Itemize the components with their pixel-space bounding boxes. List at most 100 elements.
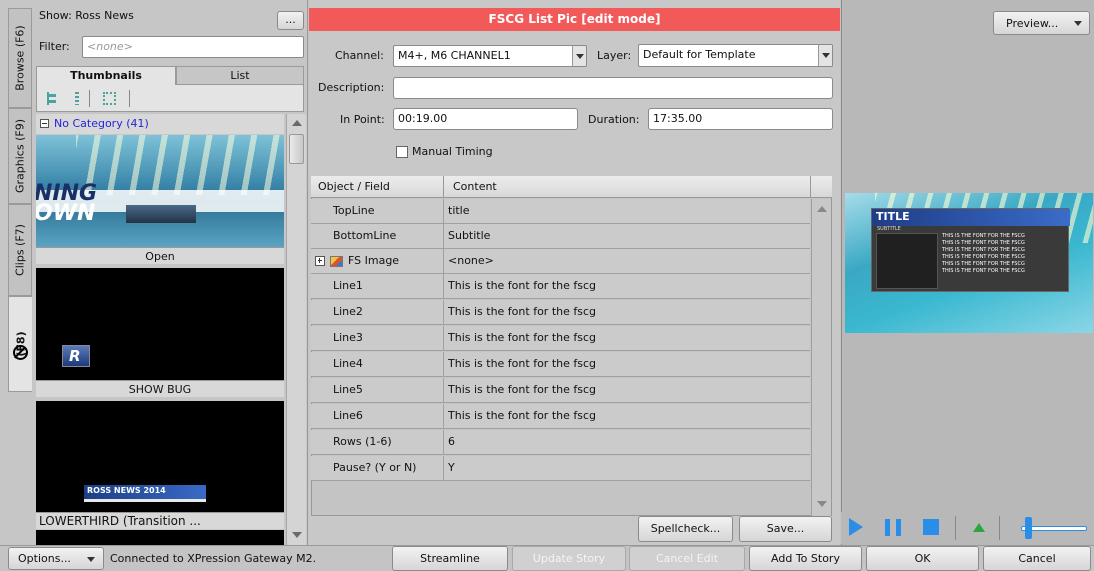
- layer-label: Layer:: [597, 49, 632, 62]
- manual-timing-label: Manual Timing: [412, 145, 493, 158]
- row-content[interactable]: This is the font for the fscg: [448, 404, 596, 428]
- header-object-field[interactable]: Object / Field: [318, 180, 390, 193]
- preview-line: THIS IS THE FONT FOR THE FSCG: [942, 261, 1025, 267]
- spellcheck-button[interactable]: Spellcheck...: [638, 516, 733, 542]
- tab-list-label: List: [230, 69, 250, 82]
- table-header: Object / Field Content: [311, 176, 832, 198]
- channel-select[interactable]: M4+, M6 CHANNEL1: [393, 45, 587, 67]
- row-content[interactable]: This is the font for the fscg: [448, 352, 596, 376]
- show-browse-button[interactable]: ...: [277, 11, 304, 30]
- thumbnail-next[interactable]: [36, 530, 284, 545]
- scroll-up-icon[interactable]: [817, 206, 827, 212]
- add-to-story-button[interactable]: Add To Story: [749, 546, 862, 571]
- row-content[interactable]: 6: [448, 430, 455, 454]
- row-content[interactable]: This is the font for the fscg: [448, 326, 596, 350]
- row-content[interactable]: This is the font for the fscg: [448, 300, 596, 324]
- connection-status: Connected to XPression Gateway M2.: [110, 552, 317, 565]
- scroll-up-icon[interactable]: [292, 120, 302, 126]
- cancel-button[interactable]: Cancel: [983, 546, 1091, 571]
- tab-graphics-label: Graphics (F9): [13, 119, 27, 193]
- row-field: Line1: [333, 279, 363, 292]
- collapse-icon[interactable]: [40, 119, 49, 128]
- table-row[interactable]: TopLine title: [311, 199, 810, 224]
- scroll-down-icon[interactable]: [292, 532, 302, 538]
- thumbnail-scrollbar[interactable]: [286, 114, 306, 545]
- tree-view-icon[interactable]: [47, 92, 57, 105]
- pause-icon[interactable]: [885, 519, 901, 536]
- row-content[interactable]: This is the font for the fscg: [448, 274, 596, 298]
- thumbnail-lowerthird-caption: LOWERTHIRD (Transition ...: [36, 512, 284, 529]
- row-content[interactable]: This is the font for the fscg: [448, 378, 596, 402]
- in-point-input[interactable]: 00:19.00: [393, 108, 578, 130]
- stop-icon[interactable]: [923, 519, 939, 535]
- table-row[interactable]: Line5 This is the font for the fscg: [311, 378, 810, 403]
- tab-clips[interactable]: Clips (F7): [8, 204, 32, 296]
- transport-bar: [841, 512, 1094, 544]
- options-button[interactable]: Options...: [8, 547, 104, 570]
- table-row[interactable]: FS Image <none>: [311, 249, 810, 274]
- scroll-thumb[interactable]: [289, 134, 304, 164]
- tab-f8[interactable]: (F8): [8, 296, 32, 392]
- thumbnail-show-bug[interactable]: R: [36, 268, 284, 380]
- category-header[interactable]: No Category (41): [36, 114, 284, 134]
- table-row[interactable]: Pause? (Y or N) Y: [311, 456, 810, 481]
- chevron-down-icon[interactable]: [572, 46, 586, 66]
- table-row[interactable]: Rows (1-6) 6: [311, 430, 810, 455]
- duration-input[interactable]: 17:35.00: [648, 108, 833, 130]
- ok-button[interactable]: OK: [866, 546, 979, 571]
- thumbnail-open-caption: Open: [36, 247, 284, 264]
- thumbnail-open[interactable]: NING OWN: [36, 135, 284, 247]
- tab-thumbnails-label: Thumbnails: [70, 69, 142, 82]
- preview-button[interactable]: Preview...: [993, 11, 1090, 35]
- table-row[interactable]: Line4 This is the font for the fscg: [311, 352, 810, 377]
- thumbnail-show-bug-caption: SHOW BUG: [36, 380, 284, 397]
- row-content[interactable]: Subtitle: [448, 224, 490, 248]
- preview-line: THIS IS THE FONT FOR THE FSCG: [942, 268, 1025, 274]
- options-label: Options...: [18, 552, 71, 565]
- header-content[interactable]: Content: [453, 180, 497, 193]
- chevron-down-icon[interactable]: [818, 45, 832, 66]
- tab-graphics[interactable]: Graphics (F9): [8, 108, 32, 204]
- left-panel: Browse (F6) Graphics (F9) Clips (F7) (F8…: [0, 0, 308, 545]
- cancel-edit-button[interactable]: Cancel Edit: [629, 546, 745, 571]
- expand-icon[interactable]: [315, 256, 325, 266]
- channel-value: M4+, M6 CHANNEL1: [398, 49, 511, 62]
- fit-view-icon[interactable]: [103, 92, 116, 105]
- next-icon[interactable]: [973, 523, 985, 532]
- row-field: Pause? (Y or N): [333, 461, 417, 474]
- tab-clips-label: Clips (F7): [13, 224, 27, 276]
- lowerthird-art-text: ROSS NEWS 2014: [87, 486, 166, 495]
- streamline-button[interactable]: Streamline: [392, 546, 508, 571]
- tab-list[interactable]: List: [176, 66, 304, 85]
- table-row[interactable]: Line1 This is the font for the fscg: [311, 274, 810, 299]
- row-field: Line6: [333, 409, 363, 422]
- show-label: Show: Ross News: [39, 9, 134, 22]
- scroll-down-icon[interactable]: [817, 501, 827, 507]
- slider-handle[interactable]: [1025, 517, 1032, 539]
- row-content[interactable]: title: [448, 199, 470, 223]
- save-button[interactable]: Save...: [739, 516, 832, 542]
- filter-label: Filter:: [39, 40, 70, 53]
- filter-input[interactable]: <none>: [82, 36, 304, 58]
- manual-timing-checkbox[interactable]: [396, 146, 408, 158]
- table-scrollbar[interactable]: [811, 199, 831, 516]
- tab-thumbnails[interactable]: Thumbnails: [36, 66, 176, 85]
- update-story-button[interactable]: Update Story: [512, 546, 626, 571]
- level-view-icon[interactable]: [75, 92, 79, 105]
- category-label: No Category (41): [54, 117, 149, 130]
- table-row[interactable]: Line3 This is the font for the fscg: [311, 326, 810, 351]
- description-input[interactable]: [393, 77, 833, 99]
- play-icon[interactable]: [849, 518, 863, 536]
- table-row[interactable]: BottomLine Subtitle: [311, 224, 810, 249]
- table-row[interactable]: Line6 This is the font for the fscg: [311, 404, 810, 429]
- row-field: TopLine: [333, 204, 375, 217]
- tab-browse-label: Browse (F6): [13, 25, 27, 91]
- row-content[interactable]: <none>: [448, 249, 494, 273]
- row-content[interactable]: Y: [448, 456, 455, 480]
- preview-monitor: TITLE SUBTITLE THIS IS THE FONT FOR THE …: [845, 193, 1093, 333]
- in-point-value: 00:19.00: [398, 112, 448, 125]
- layer-select[interactable]: Default for Template: [638, 44, 833, 67]
- tab-browse[interactable]: Browse (F6): [8, 8, 32, 108]
- table-row[interactable]: Line2 This is the font for the fscg: [311, 300, 810, 325]
- thumbnail-lowerthird[interactable]: ROSS NEWS 2014: [36, 401, 284, 512]
